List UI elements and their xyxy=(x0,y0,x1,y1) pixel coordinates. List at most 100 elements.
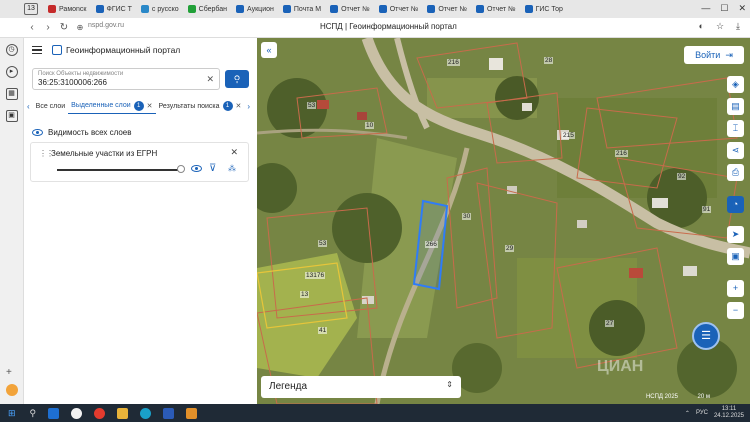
parcel-label[interactable]: 28 xyxy=(544,57,554,64)
basemap-icon[interactable]: ▣ xyxy=(727,248,744,265)
layer-tabs: ‹ Все слои Выделенные слои 1 ✕ Результаты … xyxy=(24,98,257,114)
browser-tab[interactable]: Отчет № xyxy=(326,0,375,18)
apps-icon[interactable]: ▣ xyxy=(5,110,18,122)
profile-icon[interactable] xyxy=(6,384,18,396)
browser-tab[interactable]: Аукцион xyxy=(232,0,279,18)
browser-tab[interactable]: с русско xyxy=(137,0,184,18)
minimize-icon[interactable]: — xyxy=(701,3,710,14)
opacity-slider-handle[interactable] xyxy=(177,165,185,173)
chrome-icon[interactable] xyxy=(71,407,83,419)
download-icon[interactable]: ⤓ xyxy=(736,21,740,32)
add-icon[interactable]: + xyxy=(6,367,18,378)
collapse-panel-button[interactable]: « xyxy=(261,42,277,58)
close-tab-icon[interactable]: ✕ xyxy=(147,102,153,110)
share-icon[interactable]: ⋖ xyxy=(727,142,744,159)
map-view[interactable]: 216 28 53 10 215 216 92 30 266 29 91 53 … xyxy=(257,38,750,404)
browser-tab-label: Рамоnск xyxy=(59,5,87,13)
browser-tab[interactable]: Отчет № xyxy=(423,0,472,18)
parcel-label[interactable]: 53 xyxy=(307,102,317,109)
play-icon[interactable]: ▸ xyxy=(5,66,18,78)
login-button[interactable]: Войти ⇥ xyxy=(684,46,744,64)
satellite-imagery xyxy=(257,38,750,404)
parcel-label[interactable]: 27 xyxy=(605,320,615,327)
language-indicator[interactable]: РУС xyxy=(696,410,708,416)
chevron-right-icon[interactable]: › xyxy=(244,102,253,111)
filter-icon[interactable]: ⊽ xyxy=(209,163,216,174)
tab-label: Все слои xyxy=(35,102,66,110)
parcel-label[interactable]: 41 xyxy=(318,327,328,334)
parcel-label[interactable]: 215 xyxy=(562,132,575,139)
calendar-icon[interactable]: ▦ xyxy=(5,88,18,100)
expand-icon[interactable]: ⇕ xyxy=(446,380,453,389)
filter-settings-icon[interactable]: ☷ xyxy=(230,70,248,88)
visibility-all-toggle[interactable]: Видимость всех слоев xyxy=(32,128,132,137)
browser-tab-label: с русско xyxy=(151,5,179,13)
chat-button[interactable]: ☰ xyxy=(692,322,720,350)
parcel-label[interactable]: 92 xyxy=(677,173,687,180)
browser-tab[interactable]: Сбербан xyxy=(184,0,232,18)
network-icon[interactable]: ⌃ xyxy=(685,410,690,417)
search-taskbar-icon[interactable]: ⚲ xyxy=(30,408,37,419)
print-icon[interactable]: ⎙ xyxy=(727,164,744,181)
windows-start-icon[interactable]: ⊞ xyxy=(8,408,16,419)
yandex-icon[interactable] xyxy=(94,407,106,419)
legend-panel[interactable]: Легенда ⇕ xyxy=(261,376,461,398)
forward-button[interactable]: › xyxy=(40,22,56,33)
clear-icon[interactable]: ✕ xyxy=(206,74,214,85)
browser-tab-label: Аукцион xyxy=(247,5,274,13)
explorer-icon[interactable] xyxy=(117,407,129,419)
edge-icon[interactable] xyxy=(140,407,152,419)
search-value[interactable]: 36:25:3100006:266 xyxy=(38,78,107,87)
browser-tab[interactable]: Отчет № xyxy=(375,0,424,18)
zoom-out-icon[interactable]: − xyxy=(727,302,744,319)
layer-visibility-icon[interactable] xyxy=(191,165,202,172)
parcel-label[interactable]: 13176 xyxy=(305,272,326,279)
close-icon[interactable]: ✕ xyxy=(738,3,746,14)
browser-tab[interactable]: Почта М xyxy=(279,0,326,18)
tab-count-button[interactable]: 13 xyxy=(24,3,38,15)
browser-tab[interactable]: Рамоnск xyxy=(44,0,92,18)
remove-layer-icon[interactable]: ✕ xyxy=(230,147,238,158)
app-icon[interactable] xyxy=(186,407,198,419)
watermark: ЦИАН xyxy=(597,358,644,375)
parcel-label[interactable]: 53 xyxy=(318,240,328,247)
history-icon[interactable]: ◷ xyxy=(5,44,18,56)
browser-tab[interactable]: ГИС Тор xyxy=(521,0,568,18)
maximize-icon[interactable]: ☐ xyxy=(720,3,728,14)
reload-icon[interactable]: ↻ xyxy=(56,22,72,33)
chevron-left-icon[interactable]: ‹ xyxy=(24,102,33,111)
layers-icon[interactable]: ◈ xyxy=(727,76,744,93)
menu-icon[interactable] xyxy=(32,46,42,54)
ruler-icon[interactable]: ⌶ xyxy=(727,120,744,137)
tab-selected-layers[interactable]: Выделенные слои 1 ✕ xyxy=(68,98,156,114)
parcel-label[interactable]: 29 xyxy=(505,245,515,252)
parcel-label[interactable]: 216 xyxy=(615,150,628,157)
clock[interactable]: 13:11 24.12.2025 xyxy=(714,406,744,420)
measure-icon[interactable]: ▤ xyxy=(727,98,744,115)
tab-search-results[interactable]: Результаты поиска 1 ✕ xyxy=(156,98,245,114)
search-placeholder: Поиск Объекты недвижимости xyxy=(38,71,124,77)
selected-parcel-label[interactable]: 266 xyxy=(425,241,438,248)
layer-style-icon[interactable]: ⁂ xyxy=(228,164,236,173)
parcel-label[interactable]: 10 xyxy=(365,122,375,129)
word-icon[interactable] xyxy=(163,407,175,419)
search-input[interactable]: Поиск Объекты недвижимости 36:25:3100006… xyxy=(32,68,220,90)
locate-icon[interactable]: ➤ xyxy=(727,226,744,243)
back-button[interactable]: ‹ xyxy=(24,22,40,33)
browser-tab[interactable]: Отчет № xyxy=(472,0,521,18)
browser-tab[interactable]: ФГИС Т xyxy=(92,0,137,18)
bookmark-icon[interactable]: ☆ xyxy=(716,21,724,32)
extension-icon[interactable]: ◐ xyxy=(699,21,704,32)
parcel-label[interactable]: 30 xyxy=(462,213,472,220)
parcel-label[interactable]: 91 xyxy=(702,206,712,213)
tab-favicon-icon xyxy=(236,5,245,13)
outlook-icon[interactable] xyxy=(48,407,60,419)
parcel-label[interactable]: 13 xyxy=(300,291,310,298)
tab-all-layers[interactable]: Все слои xyxy=(33,98,68,114)
parcel-label[interactable]: 216 xyxy=(447,59,460,66)
url-field[interactable]: nspd.gov.ru xyxy=(88,22,124,29)
close-tab-icon[interactable]: ✕ xyxy=(236,102,242,110)
opacity-slider[interactable] xyxy=(57,169,179,171)
assistant-icon[interactable]: ◔ xyxy=(727,196,744,213)
zoom-in-icon[interactable]: + xyxy=(727,280,744,297)
